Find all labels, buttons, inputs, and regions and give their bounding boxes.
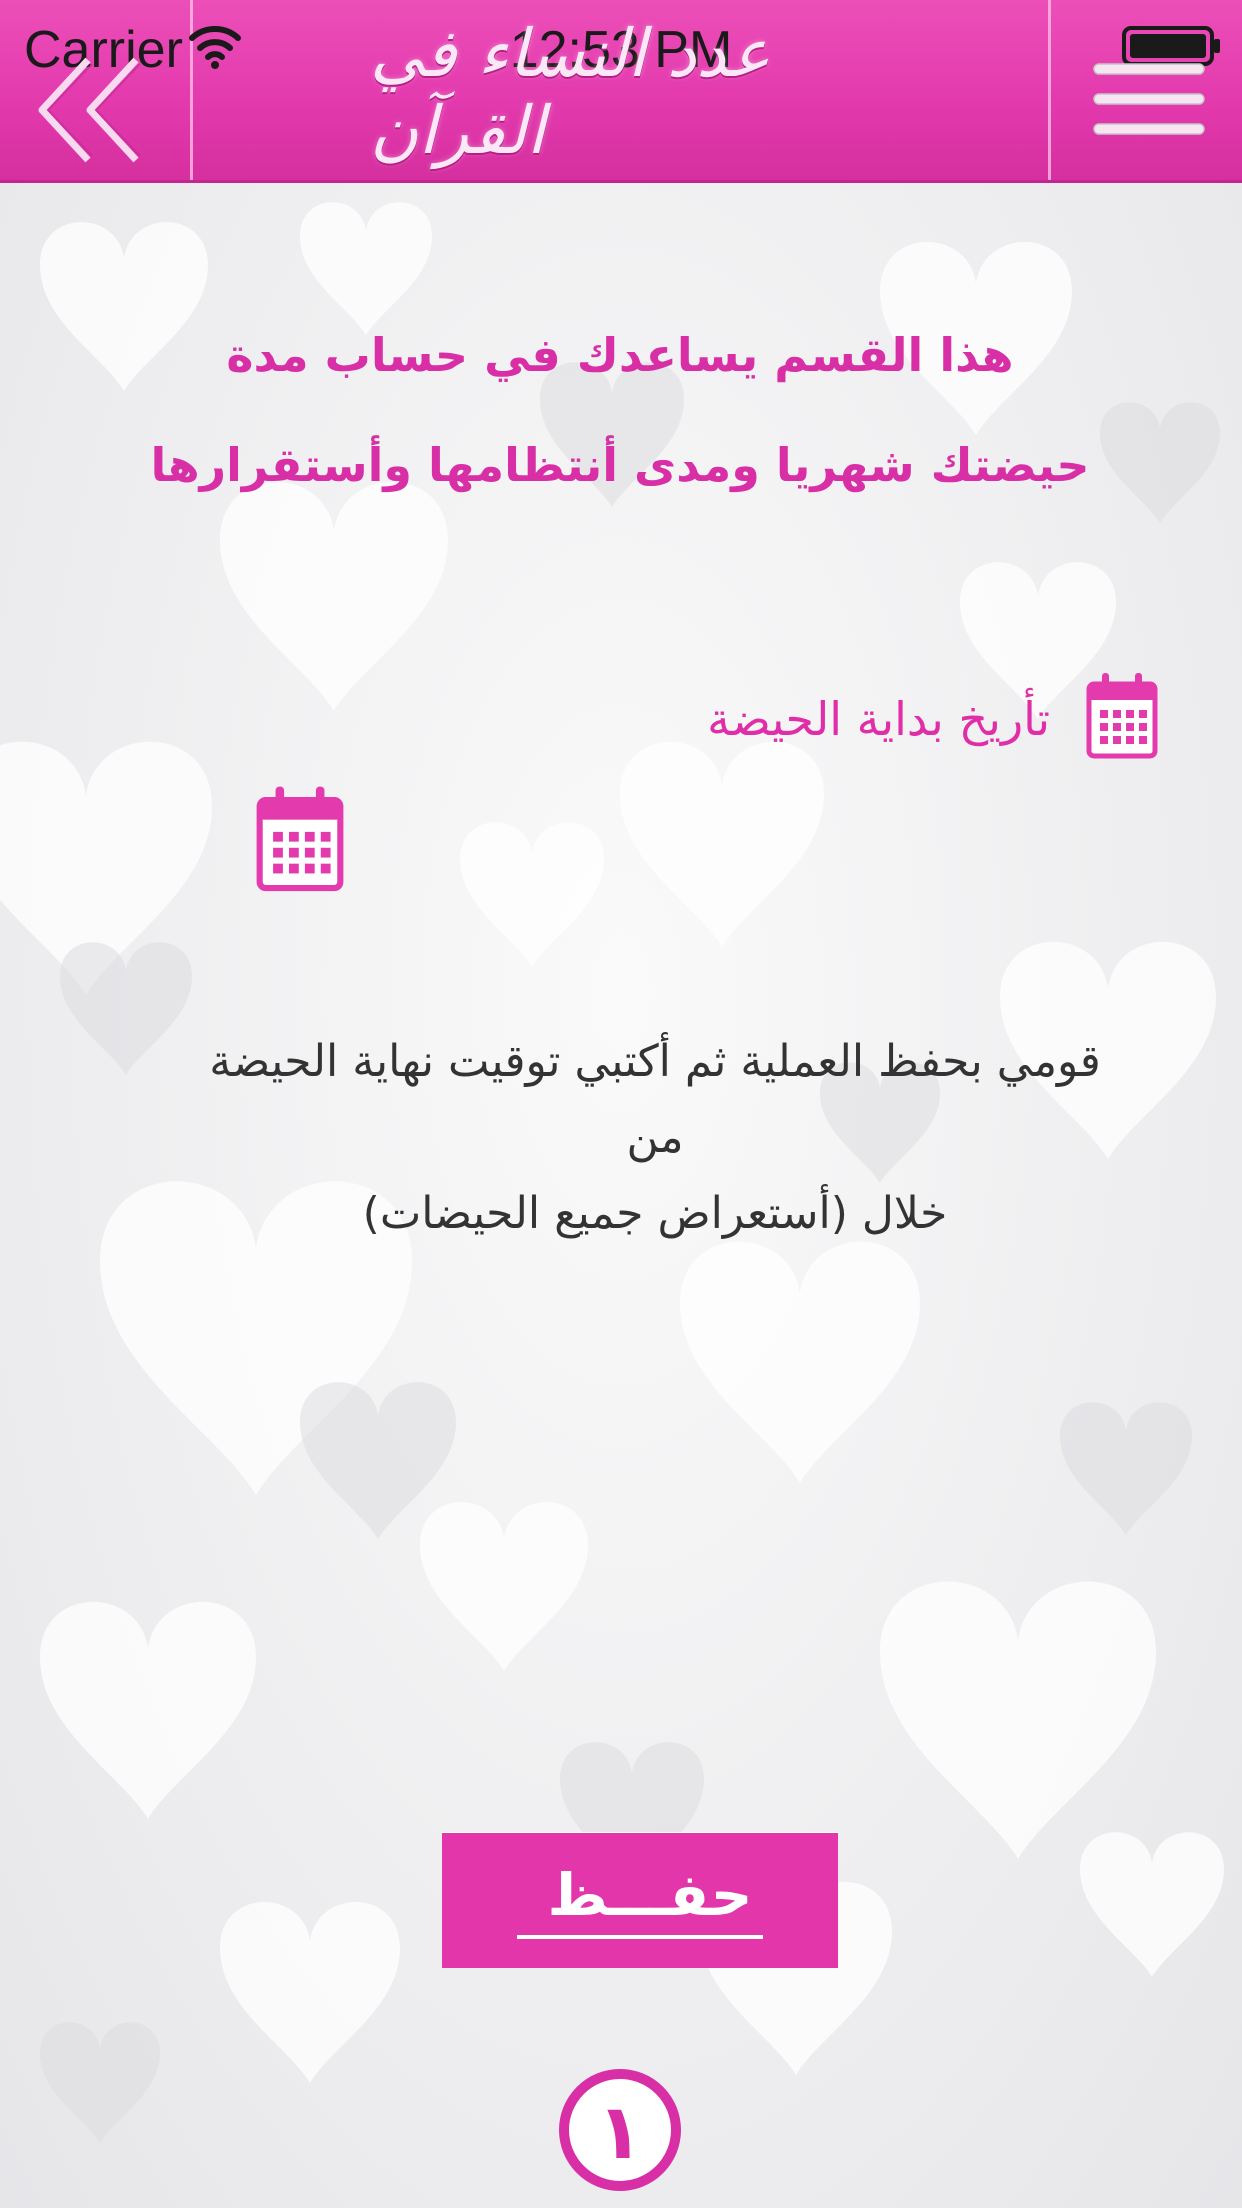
menu-icon[interactable] [1090, 60, 1208, 140]
instructions-line: خلال (أستعراض جميع الحيضات) [362, 1188, 948, 1239]
intro-line: هذا القسم يساعدك في حساب مدة [226, 328, 1014, 382]
date-picker-calendar-icon[interactable] [256, 782, 344, 894]
start-date-row: تأريخ بداية الحيضة [0, 668, 1242, 778]
nav-bar: Carrier 12:53 PM عدد النساء في القرآن [0, 0, 1242, 183]
instructions-line: قومي بحفظ العملية ثم أكتبي توقيت نهاية ا… [209, 1036, 1101, 1163]
calendar-icon [1086, 673, 1158, 759]
app-logo: عدد النساء في القرآن [370, 15, 771, 169]
help-badge-label: ١ [597, 2087, 643, 2176]
intro-text: هذا القسم يساعدك في حساب مدة حيضتك شهريا… [120, 300, 1120, 520]
instructions-text: قومي بحفظ العملية ثم أكتبي توقيت نهاية ا… [180, 1024, 1130, 1252]
start-date-label: تأريخ بداية الحيضة [707, 692, 1050, 746]
back-chevrons-icon[interactable] [28, 54, 148, 166]
save-button-label: حفـــظ [517, 1861, 763, 1939]
help-badge-icon[interactable]: ١ [556, 2066, 684, 2194]
save-button[interactable]: حفـــظ [442, 1832, 838, 1968]
intro-line: حيضتك شهريا ومدى أنتظامها وأستقرارها [150, 438, 1090, 492]
